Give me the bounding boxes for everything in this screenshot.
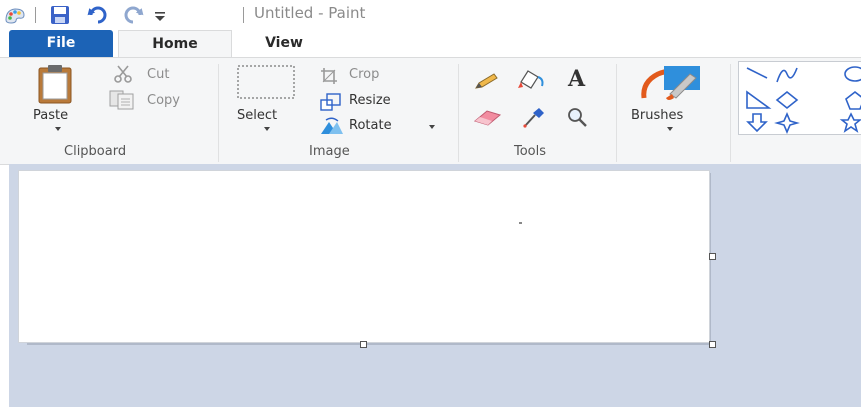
- drawing-canvas[interactable]: [18, 170, 710, 343]
- crop-icon: [321, 68, 337, 84]
- crop-label: Crop: [349, 67, 380, 82]
- canvas-dot-mark: [519, 222, 522, 224]
- magnifier-icon[interactable]: [566, 106, 588, 128]
- copy-label: Copy: [147, 93, 180, 108]
- tab-view[interactable]: View: [254, 30, 314, 57]
- resize-label: Resize: [349, 93, 391, 108]
- toolbar-separator: [35, 7, 36, 23]
- ribbon-tabs: File Home View: [0, 30, 861, 59]
- five-point-star-shape-icon[interactable]: [839, 112, 861, 133]
- pencil-icon[interactable]: [474, 72, 500, 90]
- triangle-shape-icon[interactable]: [746, 90, 772, 109]
- diamond-shape-icon[interactable]: [775, 90, 799, 110]
- oval-shape-icon[interactable]: [844, 66, 861, 82]
- window-title: Untitled - Paint: [254, 4, 366, 22]
- down-arrow-shape-icon[interactable]: [746, 113, 768, 133]
- select-rectangle-icon: [237, 65, 295, 99]
- tab-file[interactable]: File: [9, 30, 113, 57]
- brushes-label: Brushes: [631, 108, 684, 123]
- cut-label: Cut: [147, 67, 170, 82]
- ribbon: Paste Cut Copy Clipboard Select Crop Res…: [0, 57, 861, 165]
- color-picker-icon[interactable]: [522, 106, 546, 128]
- select-dropdown-arrow: [264, 127, 270, 131]
- resize-handle-corner[interactable]: [709, 341, 716, 348]
- rotate-dropdown-arrow: [429, 125, 435, 129]
- undo-icon[interactable]: [87, 5, 109, 25]
- brushes-dropdown-arrow: [667, 127, 673, 131]
- resize-icon: [320, 93, 341, 111]
- pentagon-shape-icon[interactable]: [845, 90, 861, 110]
- fill-icon[interactable]: [518, 68, 548, 90]
- title-bar: Untitled - Paint: [0, 0, 861, 30]
- group-separator: [730, 64, 731, 162]
- toolbar-separator: [243, 7, 244, 23]
- clipboard-icon: [38, 65, 72, 104]
- curve-shape-icon[interactable]: [776, 67, 798, 83]
- group-separator: [218, 64, 219, 162]
- svg-text:A: A: [567, 67, 586, 89]
- customize-dropdown-icon[interactable]: [154, 10, 166, 22]
- copy-icon: [109, 90, 134, 110]
- paste-dropdown-arrow: [55, 127, 61, 131]
- image-group-label: Image: [309, 144, 350, 159]
- resize-handle-bottom[interactable]: [360, 341, 367, 348]
- paint-app-icon[interactable]: [4, 6, 26, 24]
- line-shape-icon[interactable]: [746, 67, 768, 79]
- brushes-icon: [641, 66, 700, 100]
- rotate-label: Rotate: [349, 118, 392, 133]
- resize-handle-right[interactable]: [709, 253, 716, 260]
- scissors-icon: [114, 65, 132, 83]
- shapes-gallery[interactable]: [738, 61, 861, 135]
- group-separator: [616, 64, 617, 162]
- rotate-icon: [321, 117, 343, 134]
- tab-home[interactable]: Home: [118, 30, 232, 59]
- shapes-grid: [746, 66, 861, 134]
- paste-label: Paste: [33, 108, 69, 123]
- redo-icon[interactable]: [122, 5, 144, 25]
- text-icon[interactable]: A: [566, 67, 588, 89]
- tools-group-label: Tools: [514, 144, 547, 159]
- four-point-star-shape-icon[interactable]: [774, 111, 800, 134]
- select-label: Select: [237, 108, 278, 123]
- group-separator: [458, 64, 459, 162]
- save-icon[interactable]: [50, 5, 70, 25]
- eraser-icon[interactable]: [474, 108, 502, 126]
- clipboard-group-label: Clipboard: [64, 144, 127, 159]
